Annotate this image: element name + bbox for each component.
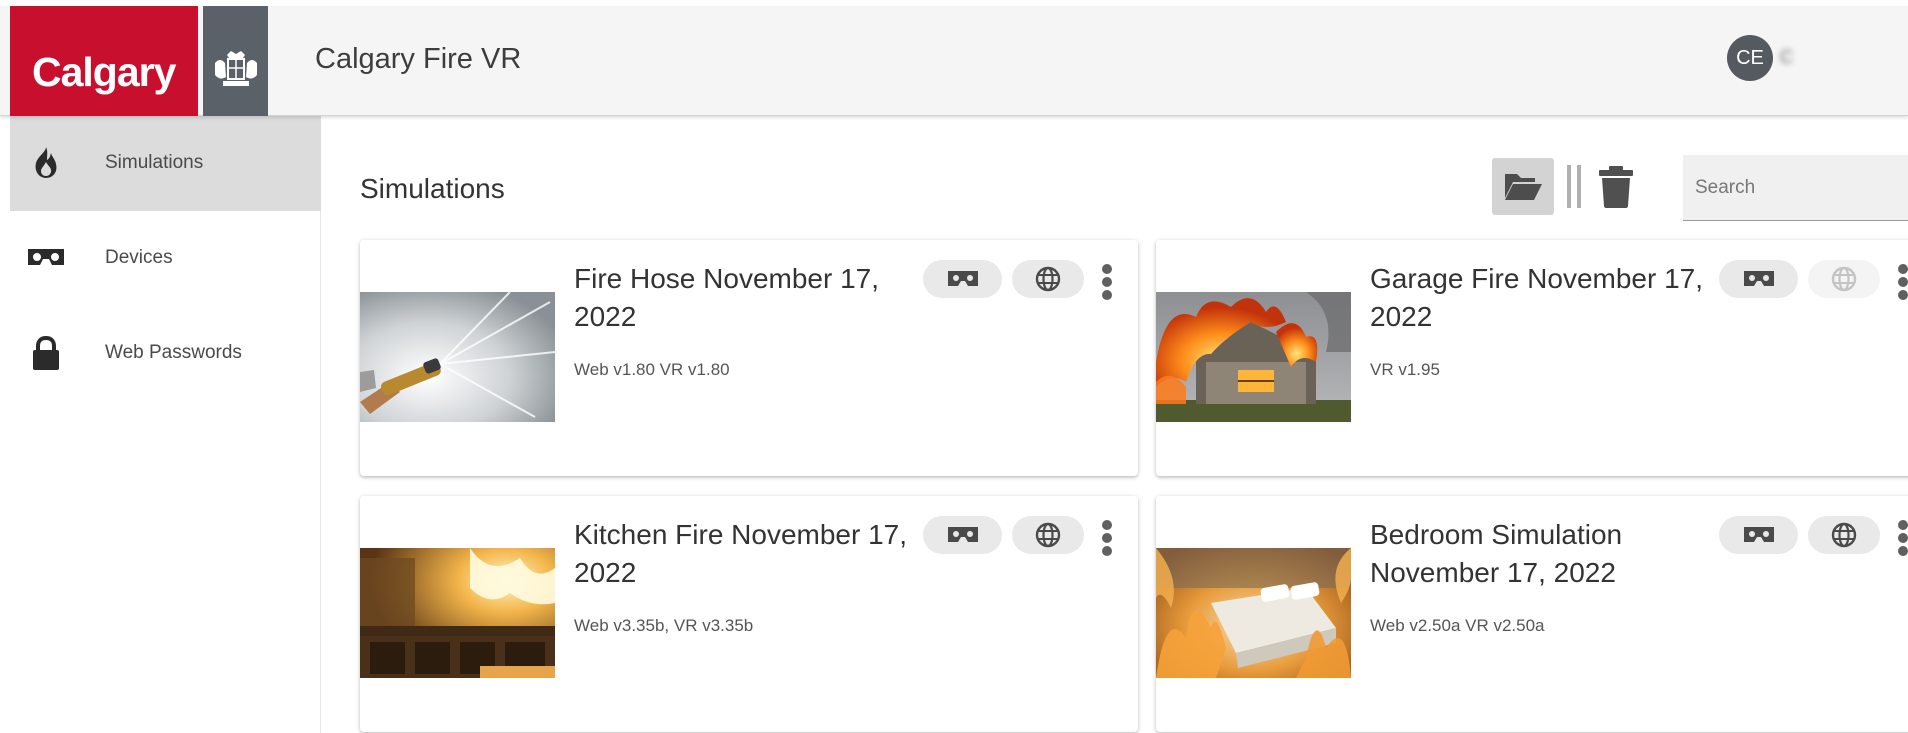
globe-icon — [1831, 522, 1857, 548]
calgary-logo[interactable]: Calgary — [10, 6, 198, 116]
lock-icon — [33, 335, 59, 370]
simulation-card-fire-hose[interactable]: Fire Hose November 17, 2022 Web v1.80 VR… — [360, 240, 1138, 476]
more-options-icon[interactable] — [1893, 264, 1908, 302]
simulation-card-garage-fire[interactable]: Garage Fire November 17, 2022 VR v1.95 — [1156, 240, 1908, 476]
vr-headset-icon — [1743, 527, 1774, 542]
app-title: Calgary Fire VR — [315, 43, 522, 75]
web-toggle-button-disabled[interactable] — [1808, 260, 1880, 298]
user-name[interactable]: C — [1780, 47, 1908, 69]
bedroom-fire-thumbnail — [1156, 548, 1351, 678]
web-toggle-button[interactable] — [1012, 516, 1084, 554]
trash-icon[interactable] — [1598, 165, 1634, 209]
card-version: Web v3.35b, VR v3.35b — [574, 616, 754, 635]
globe-icon — [1035, 522, 1061, 548]
sidebar-nav: Simulations Devices Web Passwords — [0, 116, 321, 733]
vr-headset-icon — [1743, 271, 1774, 286]
card-title: Kitchen Fire November 17, 2022 — [574, 519, 908, 588]
web-toggle-button[interactable] — [1808, 516, 1880, 554]
search-input[interactable] — [1683, 155, 1908, 221]
card-title: Garage Fire November 17, 2022 — [1370, 263, 1704, 332]
sidebar-item-simulations[interactable]: Simulations — [10, 116, 321, 211]
sidebar-item-devices[interactable]: Devices — [10, 211, 321, 306]
crest-icon — [215, 51, 257, 86]
sidebar-item-web-passwords[interactable]: Web Passwords — [10, 306, 321, 401]
globe-icon — [1035, 266, 1061, 292]
fire-hose-thumbnail — [360, 292, 555, 422]
vr-headset-icon — [947, 527, 978, 542]
logo-text: Calgary — [32, 49, 176, 95]
open-folder-button[interactable] — [1492, 158, 1554, 215]
pause-divider-icon — [1567, 165, 1581, 208]
sidebar-item-label: Devices — [105, 247, 173, 268]
more-options-icon[interactable] — [1097, 264, 1117, 302]
card-title: Fire Hose November 17, 2022 — [574, 263, 880, 332]
card-version: Web v1.80 VR v1.80 — [574, 360, 730, 379]
page-title: Simulations — [360, 173, 505, 204]
folder-open-icon — [1505, 174, 1542, 200]
more-options-icon[interactable] — [1097, 520, 1117, 558]
vr-toggle-button[interactable] — [1719, 516, 1798, 554]
card-version: VR v1.95 — [1370, 360, 1440, 379]
globe-icon — [1831, 266, 1857, 292]
card-version: Web v2.50a VR v2.50a — [1370, 616, 1545, 635]
sidebar-item-label: Web Passwords — [105, 342, 242, 363]
sidebar-item-label: Simulations — [105, 152, 204, 173]
more-options-icon[interactable] — [1893, 520, 1908, 558]
vr-toggle-button[interactable] — [923, 516, 1002, 554]
card-title: Bedroom Simulation November 17, 2022 — [1370, 519, 1623, 588]
vr-toggle-button[interactable] — [1719, 260, 1798, 298]
web-toggle-button[interactable] — [1012, 260, 1084, 298]
vr-headset-icon — [947, 271, 978, 286]
simulation-card-kitchen-fire[interactable]: Kitchen Fire November 17, 2022 Web v3.35… — [360, 496, 1138, 732]
vr-headset-icon — [28, 249, 64, 265]
vr-toggle-button[interactable] — [923, 260, 1002, 298]
city-crest-logo — [203, 6, 268, 116]
user-avatar[interactable]: CE — [1727, 35, 1773, 81]
simulation-card-bedroom[interactable]: Bedroom Simulation November 17, 2022 Web… — [1156, 496, 1908, 732]
kitchen-fire-thumbnail — [360, 548, 555, 678]
garage-fire-thumbnail — [1156, 292, 1351, 422]
top-app-bar: Calgary Calgary Fire VR CE C — [0, 6, 1908, 116]
flame-icon — [35, 147, 57, 178]
